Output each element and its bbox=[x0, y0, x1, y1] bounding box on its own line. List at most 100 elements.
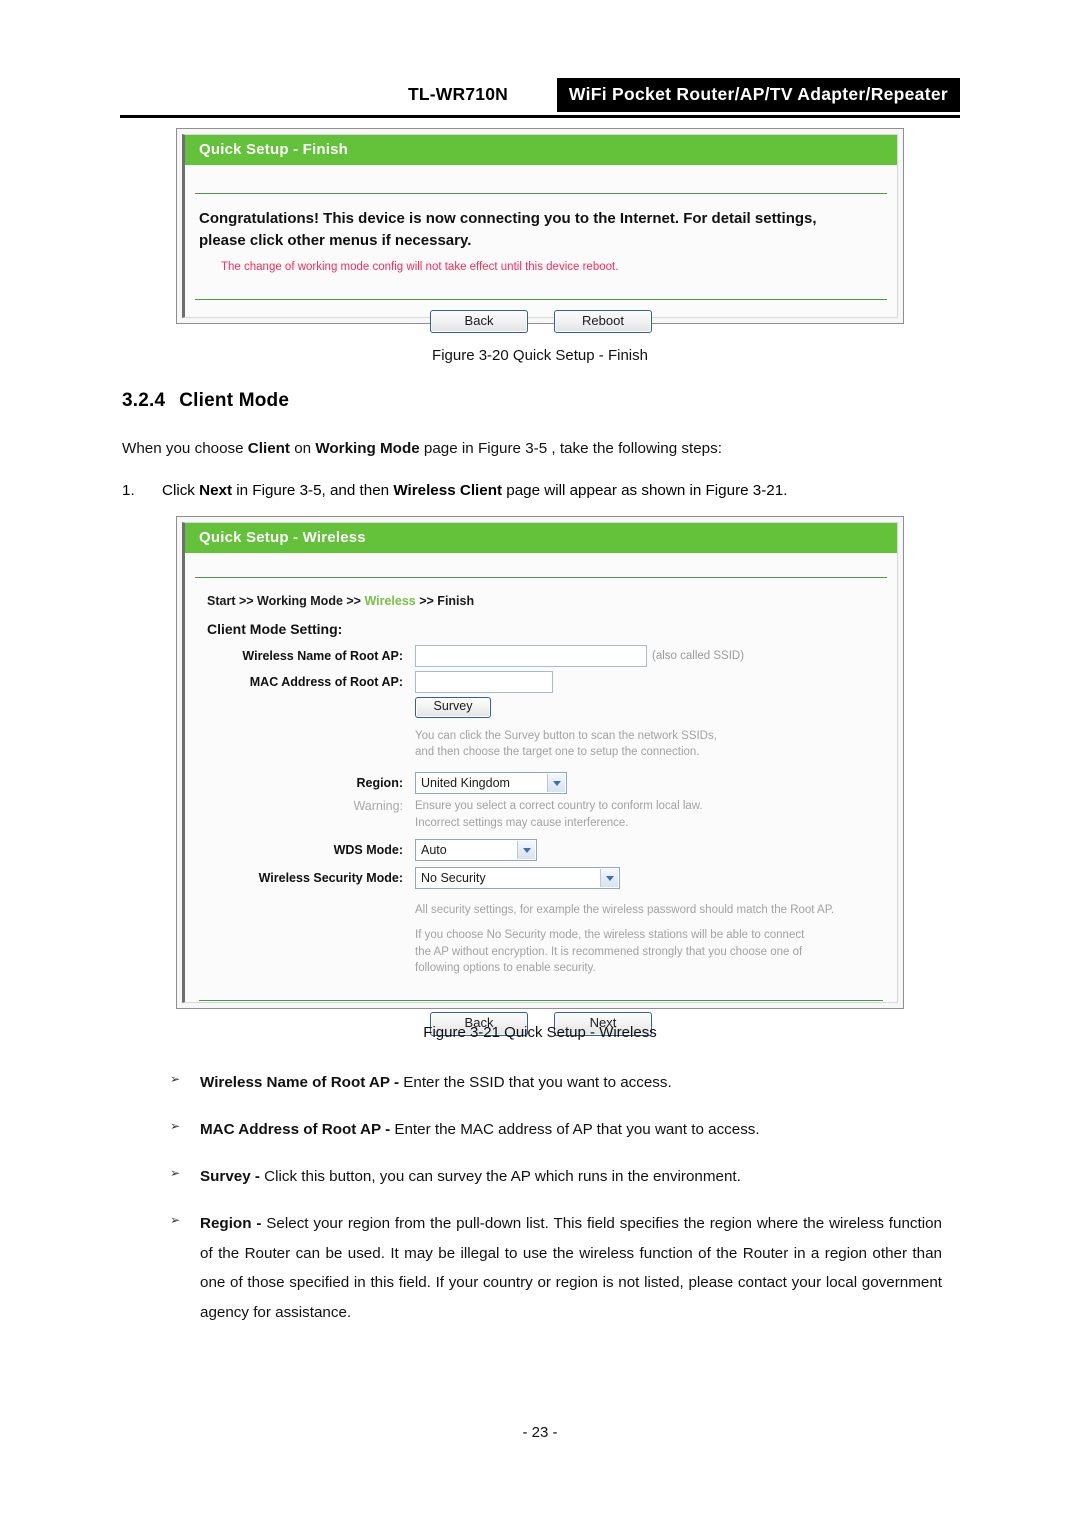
figure-3-21-caption: Figure 3-21 Quick Setup - Wireless bbox=[423, 1024, 657, 1041]
section-intro-paragraph: When you choose Client on Working Mode p… bbox=[122, 438, 962, 461]
header-rule bbox=[120, 115, 960, 118]
label-region: Region: bbox=[356, 776, 403, 791]
security-help-line-3: the AP without encryption. It is recomme… bbox=[415, 945, 803, 958]
intro-text-mid: on bbox=[290, 440, 316, 457]
finish-back-button[interactable]: Back bbox=[430, 309, 528, 333]
finish-congratulations-message: Congratulations! This device is now conn… bbox=[199, 210, 817, 249]
bullet-region: ➢ Region - Select your region from the p… bbox=[122, 1209, 942, 1328]
region-select[interactable]: United Kingdom bbox=[415, 772, 567, 795]
security-help-text: All security settings, for example the w… bbox=[207, 893, 897, 976]
bullet-1-term: MAC Address of Root AP - bbox=[200, 1121, 395, 1138]
bullet-arrow-icon: ➢ bbox=[170, 1072, 181, 1086]
quick-setup-finish-panel: Quick Setup - Finish Congratulations! Th… bbox=[176, 128, 904, 333]
bullet-0-term: Wireless Name of Root AP - bbox=[200, 1074, 404, 1091]
row-survey-button: Survey bbox=[207, 697, 897, 718]
security-mode-select-value: No Security bbox=[421, 871, 486, 886]
step1-bold-next: Next bbox=[199, 482, 233, 499]
bullet-region-text: Region - Select your region from the pul… bbox=[122, 1209, 942, 1328]
control-region: United Kingdom bbox=[415, 772, 897, 795]
bullet-mac-address: ➢ MAC Address of Root AP - Enter the MAC… bbox=[122, 1115, 962, 1145]
bullet-2-desc: Click this button, you can survey the AP… bbox=[264, 1168, 741, 1185]
bullet-survey: ➢ Survey - Click this button, you can su… bbox=[122, 1162, 962, 1192]
step1-pre: Click bbox=[162, 482, 200, 499]
region-select-value: United Kingdom bbox=[421, 776, 510, 791]
chevron-down-icon[interactable] bbox=[547, 774, 565, 793]
wireless-breadcrumb: Start >> Working Mode >> Wireless >> Fin… bbox=[185, 578, 897, 608]
row-warning: Warning: Ensure you select a correct cou… bbox=[207, 798, 897, 831]
bullet-3-term: Region - bbox=[200, 1215, 267, 1232]
bullet-arrow-icon: ➢ bbox=[170, 1213, 181, 1227]
page-number-footer: - 23 - bbox=[522, 1424, 558, 1441]
finish-reboot-note: The change of working mode config will n… bbox=[221, 260, 619, 273]
control-wds-mode: Auto bbox=[415, 839, 897, 862]
chevron-down-icon[interactable] bbox=[600, 869, 618, 888]
breadcrumb-tail: >> Finish bbox=[415, 594, 475, 608]
figure-3-20-caption: Figure 3-20 Quick Setup - Finish bbox=[432, 347, 648, 364]
security-help-gap bbox=[415, 918, 897, 927]
row-mac-address: MAC Address of Root AP: bbox=[207, 671, 897, 693]
intro-bold-client: Client bbox=[247, 440, 290, 457]
finish-button-row: Back Reboot bbox=[185, 300, 897, 333]
row-wds-mode: WDS Mode: Auto bbox=[207, 839, 897, 862]
security-help-line-4: following options to enable security. bbox=[415, 962, 596, 975]
wds-mode-select[interactable]: Auto bbox=[415, 839, 537, 862]
label-security-mode: Wireless Security Mode: bbox=[258, 871, 403, 886]
breadcrumb-start: Start >> bbox=[207, 594, 258, 608]
header-product-banner: WiFi Pocket Router/AP/TV Adapter/Repeate… bbox=[556, 78, 960, 112]
section-number: 3.2.4 bbox=[122, 390, 166, 411]
wireless-panel-inner: Quick Setup - Wireless Start >> Working … bbox=[182, 522, 898, 1036]
control-mac-address bbox=[415, 671, 897, 693]
wireless-panel-title: Quick Setup - Wireless bbox=[185, 523, 897, 553]
label-wireless-name: Wireless Name of Root AP: bbox=[242, 649, 403, 663]
intro-text-pre: When you choose bbox=[122, 440, 248, 457]
wds-mode-select-value: Auto bbox=[421, 843, 447, 858]
survey-button[interactable]: Survey bbox=[415, 697, 491, 718]
warning-line-1: Ensure you select a correct country to c… bbox=[415, 800, 703, 813]
survey-help-line-1: You can click the Survey button to scan … bbox=[415, 729, 717, 742]
survey-help-line-2: and then choose the target one to setup … bbox=[415, 746, 700, 759]
step1-mid: in Figure 3-5, and then bbox=[232, 482, 394, 499]
label-wds-mode: WDS Mode: bbox=[333, 843, 403, 858]
finish-top-gap bbox=[185, 165, 897, 193]
client-mode-setting-title: Client Mode Setting: bbox=[207, 621, 343, 637]
bullet-2-term: Survey - bbox=[200, 1168, 265, 1185]
control-warning: Ensure you select a correct country to c… bbox=[415, 798, 897, 831]
mac-address-input[interactable] bbox=[415, 671, 553, 693]
row-security-mode: Wireless Security Mode: No Security bbox=[207, 867, 897, 890]
row-wireless-name: Wireless Name of Root AP: (also called S… bbox=[207, 645, 897, 667]
label-warning: Warning: bbox=[353, 799, 403, 814]
security-mode-select[interactable]: No Security bbox=[415, 867, 620, 890]
bullet-3-desc: Select your region from the pull-down li… bbox=[200, 1215, 943, 1321]
quick-setup-wireless-panel: Quick Setup - Wireless Start >> Working … bbox=[176, 516, 904, 1036]
chevron-down-icon[interactable] bbox=[517, 841, 535, 860]
wireless-form: Wireless Name of Root AP: (also called S… bbox=[185, 637, 897, 976]
step-1-marker: 1. bbox=[122, 482, 135, 499]
breadcrumb-working-mode: Working Mode >> bbox=[257, 594, 365, 608]
bullet-arrow-icon: ➢ bbox=[170, 1166, 181, 1180]
finish-reboot-button[interactable]: Reboot bbox=[554, 309, 652, 333]
label-mac-address: MAC Address of Root AP: bbox=[249, 675, 403, 689]
finish-bottom-gap bbox=[199, 273, 883, 299]
bullet-wireless-name: ➢ Wireless Name of Root AP - Enter the S… bbox=[122, 1068, 962, 1098]
step1-post: page will appear as shown in Figure 3-21… bbox=[502, 482, 788, 499]
wireless-name-input[interactable] bbox=[415, 645, 647, 667]
wireless-top-gap bbox=[185, 553, 897, 577]
bullet-mac-address-text: MAC Address of Root AP - Enter the MAC a… bbox=[122, 1115, 962, 1145]
bullet-arrow-icon: ➢ bbox=[170, 1119, 181, 1133]
finish-panel-title: Quick Setup - Finish bbox=[185, 135, 897, 165]
breadcrumb-current-wireless: Wireless bbox=[364, 594, 416, 608]
finish-panel-body: Congratulations! This device is now conn… bbox=[185, 194, 897, 299]
survey-help-text: You can click the Survey button to scan … bbox=[207, 722, 897, 766]
bullet-survey-text: Survey - Click this button, you can surv… bbox=[122, 1162, 962, 1192]
step-1-text: Click Next in Figure 3-5, and then Wirel… bbox=[122, 480, 962, 503]
section-title: Client Mode bbox=[179, 390, 290, 411]
header-model-name: TL-WR710N bbox=[408, 84, 508, 104]
control-security-mode: No Security bbox=[415, 867, 897, 890]
security-help-line-2: If you choose No Security mode, the wire… bbox=[415, 929, 805, 942]
step-1-item: 1. Click Next in Figure 3-5, and then Wi… bbox=[122, 480, 962, 503]
warning-line-2: Incorrect settings may cause interferenc… bbox=[415, 816, 629, 829]
page-header: TL-WR710N WiFi Pocket Router/AP/TV Adapt… bbox=[120, 78, 960, 114]
warning-help-text: Ensure you select a correct country to c… bbox=[415, 798, 897, 831]
finish-panel-inner: Quick Setup - Finish Congratulations! Th… bbox=[182, 134, 898, 333]
step1-bold-wireless-client: Wireless Client bbox=[393, 482, 503, 499]
